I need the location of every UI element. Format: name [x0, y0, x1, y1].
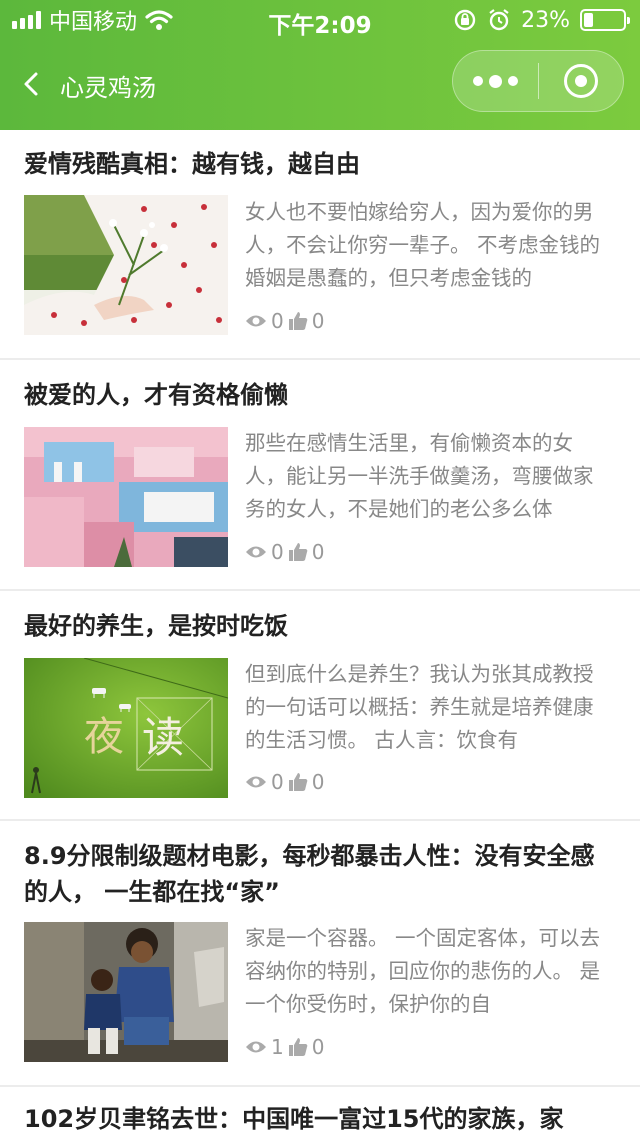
eye-icon — [246, 776, 266, 788]
close-button[interactable] — [539, 51, 624, 111]
article-stats: 1 0 — [245, 1034, 328, 1060]
like-count: 0 — [311, 770, 325, 794]
more-dots-icon — [472, 76, 483, 86]
thumbs-up-icon[interactable] — [288, 772, 308, 792]
article-thumbnail[interactable]: 夜 读 — [24, 658, 228, 798]
eye-icon — [246, 315, 266, 327]
status-bar: 中国移动 下午2:09 23% — [0, 0, 640, 40]
article-title[interactable]: 被爱的人，才有资格偷懒 — [24, 377, 618, 413]
article-item[interactable]: 爱情残酷真相：越有钱，越自由 女人也不要怕嫁给穷人，因为爱你的男人，不会让你穷一… — [0, 130, 640, 360]
article-title[interactable]: 最好的养生，是按时吃饭 — [24, 608, 618, 644]
article-stats: 0 0 — [245, 308, 328, 334]
article-title[interactable]: 102岁贝聿铭去世：中国唯一富过15代的家族，家 — [24, 1101, 618, 1136]
battery-fill — [584, 13, 593, 27]
article-title[interactable]: 爱情残酷真相：越有钱，越自由 — [24, 146, 618, 182]
eye-icon — [246, 1041, 266, 1053]
alarm-icon — [489, 9, 509, 31]
article-item[interactable]: 被爱的人，才有资格偷懒 那些在感情生活里，有偷懒资本的女人，能让另一半洗手做羹汤… — [0, 360, 640, 591]
article-excerpt: 女人也不要怕嫁给穷人，因为爱你的男人，不会让你穷一辈子。 不考虑金钱的婚姻是愚蠢… — [245, 200, 601, 290]
article-excerpt: 但到底什么是养生？我认为张其成教授的一句话可以概括：养生就是培养健康的生活习惯。… — [245, 662, 594, 752]
battery-percent: 23% — [521, 7, 570, 33]
article-thumbnail[interactable] — [24, 427, 228, 567]
mini-program-capsule — [452, 50, 624, 112]
back-chevron-icon[interactable] — [18, 70, 46, 98]
view-count: 0 — [271, 540, 284, 564]
view-count: 0 — [271, 770, 284, 794]
article-excerpt: 那些在感情生活里，有偷懒资本的女人，能让另一半洗手做羹汤，弯腰做家务的女人，不是… — [245, 431, 594, 521]
article-stats: 0 0 — [245, 539, 328, 565]
battery-icon — [580, 9, 630, 31]
more-dots-icon — [507, 76, 518, 86]
like-count: 0 — [311, 540, 325, 564]
thumb-text-du: 读 — [142, 713, 184, 762]
article-item[interactable]: 102岁贝聿铭去世：中国唯一富过15代的家族，家 — [0, 1087, 640, 1136]
article-item[interactable]: 8.9分限制级题材电影，每秒都暴击人性：没有安全感的人， 一生都在找“家” 家是… — [0, 821, 640, 1087]
article-item[interactable]: 最好的养生，是按时吃饭 夜 读 但到底什么是养生？我认为张其成教授的一句话可以概… — [0, 591, 640, 821]
header: 中国移动 下午2:09 23% 心灵鸡汤 — [0, 0, 640, 130]
more-button[interactable] — [453, 51, 538, 111]
night-reading-green-image: 夜 读 — [24, 658, 228, 798]
eye-icon — [246, 546, 266, 558]
thumbs-up-icon[interactable] — [288, 1037, 308, 1057]
article-thumbnail[interactable] — [24, 922, 228, 1062]
pink-architecture-image — [24, 427, 228, 567]
view-count: 1 — [271, 1035, 284, 1059]
navigation-bar: 心灵鸡汤 — [0, 44, 640, 124]
more-dots-icon — [488, 74, 502, 88]
page-title: 心灵鸡汤 — [60, 74, 156, 102]
like-count: 0 — [311, 1035, 325, 1059]
article-title[interactable]: 8.9分限制级题材电影，每秒都暴击人性：没有安全感的人， 一生都在找“家” — [24, 838, 618, 910]
woman-holding-flowers-image — [24, 195, 228, 335]
like-count: 0 — [311, 309, 325, 333]
rotation-lock-icon — [454, 9, 476, 31]
thumbs-up-icon[interactable] — [288, 311, 308, 331]
two-children-photo-image — [24, 922, 228, 1062]
thumbs-up-icon[interactable] — [288, 542, 308, 562]
view-count: 0 — [271, 309, 284, 333]
thumb-text-ye: 夜 — [84, 714, 124, 760]
article-thumbnail[interactable] — [24, 195, 228, 335]
target-circle-icon — [563, 64, 598, 98]
article-stats: 0 0 — [245, 769, 328, 795]
article-excerpt: 家是一个容器。 一个固定客体，可以去容纳你的特别，回应你的悲伤的人。 是一个你受… — [245, 926, 601, 1016]
